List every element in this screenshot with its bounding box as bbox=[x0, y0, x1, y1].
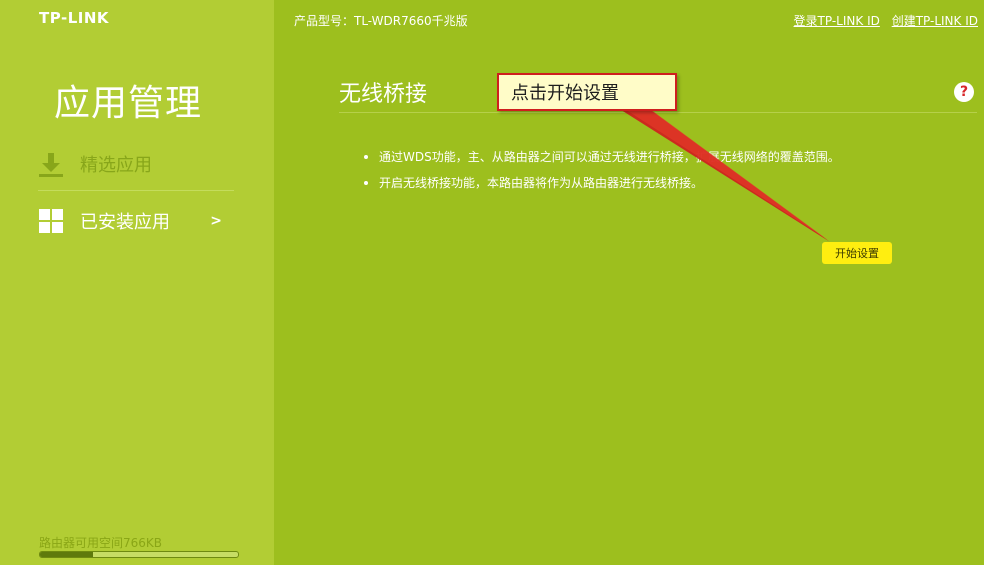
download-icon bbox=[39, 153, 63, 177]
chevron-right-icon: > bbox=[210, 213, 222, 229]
description-list: 通过WDS功能，主、从路由器之间可以通过无线进行桥接，扩展无线网络的覆盖范围。 … bbox=[364, 148, 840, 200]
storage-progress-fill bbox=[40, 552, 94, 557]
login-tplink-id-link[interactable]: 登录TP-LINK ID bbox=[794, 14, 880, 28]
annotation-callout: 点击开始设置 bbox=[497, 73, 677, 111]
grid-icon bbox=[39, 209, 63, 233]
storage-label: 路由器可用空间766KB bbox=[39, 536, 163, 550]
section-divider bbox=[339, 112, 977, 113]
tplink-logo: TP-LINK bbox=[39, 9, 110, 27]
help-icon[interactable]: ? bbox=[954, 82, 974, 102]
page-title: 应用管理 bbox=[54, 83, 203, 124]
sidebar-item-label: 已安装应用 bbox=[80, 212, 170, 233]
sidebar-divider bbox=[38, 190, 234, 191]
sidebar-item-installed-apps[interactable]: 已安装应用 > bbox=[38, 201, 234, 241]
section-title: 无线桥接 bbox=[339, 82, 428, 107]
storage-progress-bar bbox=[39, 551, 239, 558]
sidebar-item-featured-apps[interactable]: 精选应用 bbox=[38, 144, 234, 184]
product-model: 产品型号：TL-WDR7660千兆版 bbox=[294, 14, 468, 28]
sidebar-item-label: 精选应用 bbox=[80, 155, 152, 176]
sidebar: TP-LINK 应用管理 精选应用 已安装应用 > 路由器可用空间766KB bbox=[0, 0, 274, 565]
start-setup-button[interactable]: 开始设置 bbox=[822, 242, 892, 264]
list-item: 通过WDS功能，主、从路由器之间可以通过无线进行桥接，扩展无线网络的覆盖范围。 bbox=[364, 148, 840, 174]
header-links: 登录TP-LINK ID 创建TP-LINK ID bbox=[786, 12, 978, 29]
create-tplink-id-link[interactable]: 创建TP-LINK ID bbox=[892, 14, 978, 28]
list-item: 开启无线桥接功能，本路由器将作为从路由器进行无线桥接。 bbox=[364, 174, 840, 200]
